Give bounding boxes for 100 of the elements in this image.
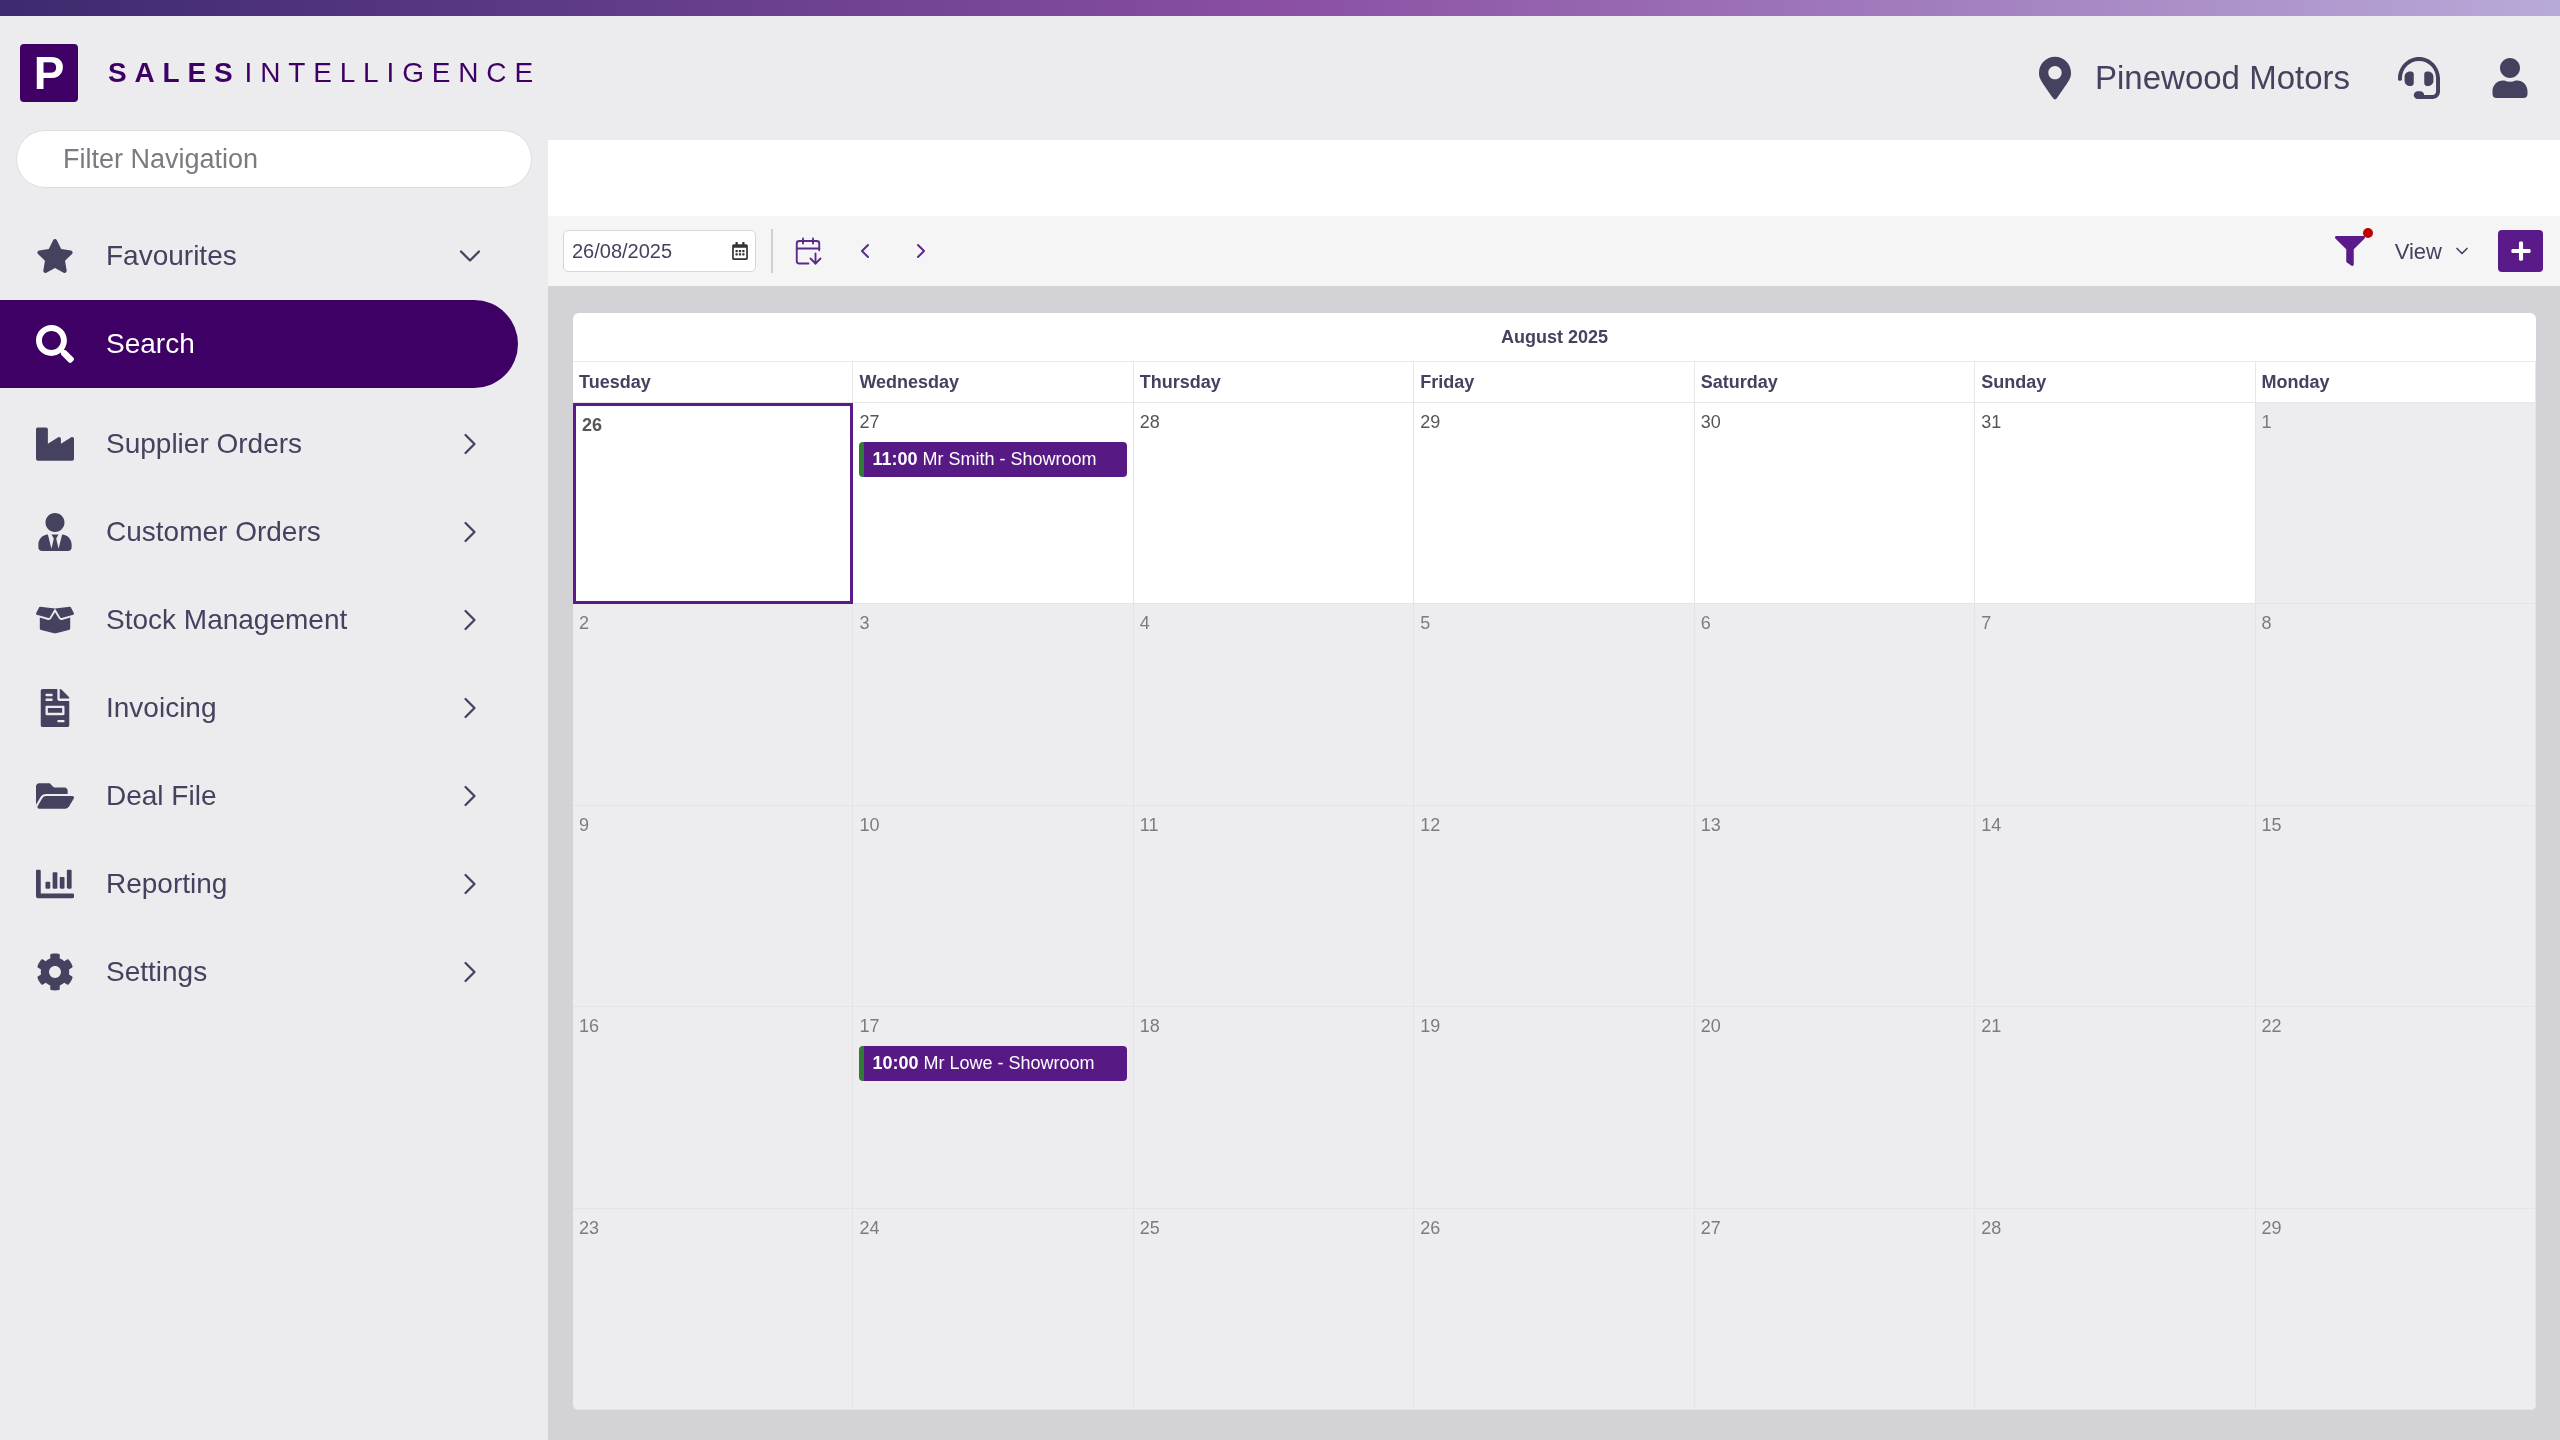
day-number: 26 xyxy=(1420,1216,1442,1240)
day-cell[interactable]: 28 xyxy=(1133,403,1415,605)
day-cell[interactable]: 22 xyxy=(2255,1007,2536,1209)
day-number: 15 xyxy=(2261,813,2283,837)
person-icon xyxy=(36,513,74,551)
day-number: 30 xyxy=(1700,411,1722,434)
weekday-header: Sunday xyxy=(1981,370,2047,394)
sidebar-item[interactable]: Invoicing xyxy=(0,664,518,752)
sidebar-item[interactable]: Deal File xyxy=(0,752,518,840)
sidebar-item-label: Stock Management xyxy=(106,603,349,637)
day-cell[interactable]: 4 xyxy=(1133,604,1415,806)
day-number: 10 xyxy=(859,813,881,837)
day-number: 29 xyxy=(1420,411,1442,434)
plus-icon xyxy=(2509,240,2532,262)
month-title: August 2025 xyxy=(1500,325,1608,349)
day-number: 17 xyxy=(859,1015,881,1039)
day-number: 26 xyxy=(582,414,604,437)
day-cell[interactable]: 20 xyxy=(1694,1007,1976,1209)
view-dropdown[interactable]: View xyxy=(2394,234,2472,268)
sidebar-item[interactable]: Stock Management xyxy=(0,576,518,664)
filter-icon[interactable] xyxy=(2334,236,2365,266)
day-number: 28 xyxy=(1139,411,1161,434)
day-cell[interactable]: 8 xyxy=(2255,604,2536,806)
star-icon xyxy=(36,237,74,275)
calendar-today-icon[interactable] xyxy=(793,236,823,266)
date-field[interactable]: 26/08/2025 xyxy=(563,230,756,272)
day-cell[interactable]: 30 xyxy=(1694,403,1976,605)
brand-name: INTELLIGENCE xyxy=(244,56,541,90)
day-cell[interactable]: 27 xyxy=(1694,1208,1976,1410)
event-text: 10:00 Mr Lowe - Showroom xyxy=(872,1052,1095,1076)
sidebar-item-label: Search xyxy=(106,327,196,361)
day-cell[interactable]: 18 xyxy=(1133,1007,1415,1209)
sidebar-item-label: Reporting xyxy=(106,867,229,901)
sidebar-item[interactable]: Search xyxy=(0,300,518,388)
day-cell[interactable]: 10 xyxy=(853,805,1134,1008)
day-cell[interactable]: 1 xyxy=(2255,403,2536,605)
day-cell[interactable]: 29 xyxy=(1414,403,1695,605)
day-cell[interactable]: 24 xyxy=(853,1208,1134,1410)
day-number: 20 xyxy=(1700,1015,1722,1039)
day-number: 29 xyxy=(2261,1216,2283,1240)
day-cell[interactable]: 3 xyxy=(853,604,1134,806)
day-cell[interactable]: 28 xyxy=(1975,1208,2256,1410)
event-text: 11:00 Mr Smith - Showroom xyxy=(872,448,1097,471)
day-cell[interactable]: 11 xyxy=(1133,805,1415,1008)
location-name[interactable]: Pinewood Motors xyxy=(2095,53,2350,103)
location-pin-icon xyxy=(2039,55,2072,101)
headset-icon[interactable] xyxy=(2398,57,2440,99)
day-cell[interactable]: 16 xyxy=(573,1007,854,1209)
sidebar-item-label: Supplier Orders xyxy=(106,427,304,461)
day-cell[interactable]: 21 xyxy=(1975,1007,2256,1209)
day-cell[interactable]: 31 xyxy=(1975,403,2256,605)
day-cell[interactable]: 14 xyxy=(1975,805,2256,1008)
sidebar-item-label: Customer Orders xyxy=(106,515,322,549)
day-cell[interactable]: 25 xyxy=(1133,1208,1415,1410)
day-cell[interactable]: 7 xyxy=(1975,604,2256,806)
sidebar-item[interactable]: Customer Orders xyxy=(0,488,518,576)
day-cell[interactable]: 2 xyxy=(573,604,854,806)
day-number: 9 xyxy=(579,813,590,837)
sidebar-item-label: Deal File xyxy=(106,779,218,813)
sidebar-item-label: Invoicing xyxy=(106,691,218,725)
day-number: 25 xyxy=(1139,1216,1161,1240)
day-number: 28 xyxy=(1981,1216,2003,1240)
sidebar-item[interactable]: Favourites xyxy=(0,212,518,300)
day-cell[interactable]: 12 xyxy=(1414,805,1695,1008)
calendar-event[interactable]: 11:00 Mr Smith - Showroom xyxy=(859,442,1128,477)
day-cell[interactable]: 17 10:00 Mr Lowe - Showroom xyxy=(853,1007,1134,1209)
day-number: 13 xyxy=(1700,813,1722,837)
day-cell[interactable]: 13 xyxy=(1694,805,1976,1008)
user-icon[interactable] xyxy=(2490,58,2530,98)
calendar-icon[interactable] xyxy=(731,242,749,260)
filter-navigation-field[interactable]: Filter Navigation xyxy=(16,130,532,188)
day-number: 7 xyxy=(1981,612,1993,636)
day-cell[interactable]: 26 xyxy=(1414,1208,1695,1410)
day-cell[interactable]: 6 xyxy=(1694,604,1976,806)
day-number: 27 xyxy=(859,411,881,434)
day-number: 5 xyxy=(1420,612,1432,636)
day-number: 21 xyxy=(1981,1015,2003,1039)
day-cell[interactable]: 26 xyxy=(573,403,854,605)
logo-mark: P xyxy=(20,44,78,102)
weekday-header: Friday xyxy=(1420,370,1475,394)
weekday-header: Thursday xyxy=(1139,370,1221,394)
sidebar-item[interactable]: Reporting xyxy=(0,840,518,928)
day-number: 22 xyxy=(2261,1015,2283,1039)
day-number: 14 xyxy=(1981,813,2003,837)
day-cell[interactable]: 23 xyxy=(573,1208,854,1410)
sidebar-item[interactable]: Settings xyxy=(0,928,518,1016)
day-cell[interactable]: 27 11:00 Mr Smith - Showroom xyxy=(853,403,1134,605)
weekday-header: Wednesday xyxy=(859,370,960,394)
sidebar-item-label: Settings xyxy=(106,955,209,989)
day-number: 1 xyxy=(2261,411,2273,434)
day-cell[interactable]: 29 xyxy=(2255,1208,2536,1410)
weekday-header: Saturday xyxy=(1700,370,1778,394)
calendar-event[interactable]: 10:00 Mr Lowe - Showroom xyxy=(859,1046,1128,1082)
sidebar-item[interactable]: Supplier Orders xyxy=(0,400,518,488)
day-cell[interactable]: 19 xyxy=(1414,1007,1695,1209)
day-cell[interactable]: 15 xyxy=(2255,805,2536,1008)
day-cell[interactable]: 9 xyxy=(573,805,854,1008)
day-cell[interactable]: 5 xyxy=(1414,604,1695,806)
day-number: 2 xyxy=(579,612,590,636)
add-button[interactable] xyxy=(2498,230,2543,272)
